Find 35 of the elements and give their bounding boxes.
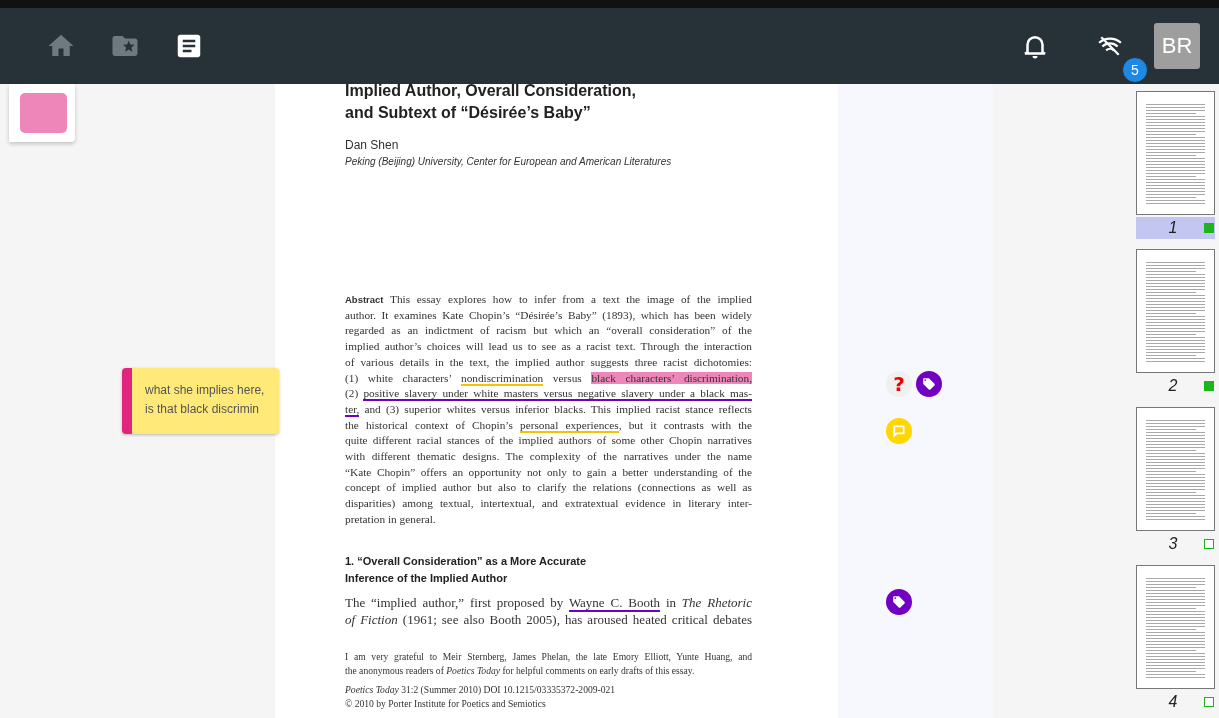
tag-icon[interactable] bbox=[886, 589, 912, 615]
note-text: what she implies here, is that black discrimin bbox=[144, 382, 265, 418]
page-label-row[interactable]: 2 bbox=[1136, 375, 1215, 397]
page-thumbnail[interactable] bbox=[1136, 565, 1215, 689]
underlined-text[interactable]: ter, bbox=[345, 402, 360, 417]
sticky-note[interactable]: what she implies here, is that black discrimin bbox=[122, 368, 279, 434]
color-swatch[interactable] bbox=[20, 93, 67, 133]
body-paragraph: The “implied author,” first proposed by Wayne C. Booth in The Rhetoric of Fiction (1961; see also Booth 2005), has aroused heated critical debates bbox=[345, 593, 752, 628]
page-number: 4 bbox=[1167, 693, 1179, 711]
footnote: I am very grateful to Meir Sternberg, James Phelan, the late Emory Elliott, Yunte Huang, and the anonymous readers of Poetics Today for helpful comments on early drafts of this essay. bbox=[345, 649, 752, 678]
notification-badge: 5 bbox=[1122, 57, 1148, 83]
underlined-text[interactable]: nondiscrimination bbox=[461, 371, 544, 386]
section-heading: 1. “Overall Consideration” as a More Accurate Inference of the Implied Author bbox=[345, 553, 588, 586]
color-swatch-card[interactable] bbox=[9, 84, 75, 142]
author-name: Dan Shen bbox=[345, 138, 400, 152]
underlined-text[interactable]: positive slavery under white masters versus negative slavery under a black mas- bbox=[363, 387, 752, 402]
page-label-row[interactable]: 3 bbox=[1136, 533, 1215, 555]
page-thumbnail[interactable] bbox=[1136, 407, 1215, 531]
page-thumbnail[interactable] bbox=[1136, 91, 1215, 215]
highlighted-text[interactable]: black characters’ discrimination, bbox=[591, 371, 752, 384]
tag-icon[interactable] bbox=[916, 371, 942, 397]
wifi-off-icon[interactable] bbox=[1098, 35, 1122, 57]
page-label-row[interactable]: 4 bbox=[1136, 691, 1215, 713]
page-number: 2 bbox=[1167, 377, 1179, 395]
page-thumbnail[interactable] bbox=[1136, 249, 1215, 373]
page-label-row[interactable]: 1 bbox=[1136, 217, 1215, 239]
author-affiliation: Peking (Beijing) University, Center for European and American Literatures bbox=[345, 156, 673, 167]
citation-text: Poetics Today 31:2 (Summer 2010) DOI 10.1215/03335372-2009-021 © 2010 by Porter Institute for Poetics and Semiotics bbox=[345, 682, 617, 711]
page-number: 3 bbox=[1167, 535, 1179, 553]
question-mark-icon[interactable]: ? bbox=[886, 371, 912, 397]
abstract-paragraph: Abstract This essay explores how to infer from a text the image of the implied author. It examines Kate Chopin’s “Désirée’s Baby” (1893), which has been widely regarded as an indictment of racism but which an “overall consideration” of the implied author’s choices will lead us to see as a racist text. Through the interaction of various details in the text, the implied author suggests three racist dichotomies: (1) white characters’ nondiscrimination versus black characters’ discrimination, (2) positive slavery under white masters versus negative slavery under a black mas- ter, and (3) superior whites versus inferior blacks. This implied racist stance reflects the historical context of Chopin’s personal experiences, but it contrasts with the quite different racial stances of the implied authors of some other Chopin narratives with different thematic designs. The complexity of the narratives under the name “Kate Chopin” offers an opportunity not only to gain a better understanding of the concept of implied author but also to clarify the relations (connections as well as disparities) among textual, intertextual, and extratextual evidence in literary inter- pretation in general. bbox=[345, 292, 752, 527]
article-title: Implied Author, Overall Consideration, and Subtext of “Désirée’s Baby” bbox=[345, 81, 637, 123]
underlined-text[interactable]: Wayne C. Booth bbox=[568, 594, 661, 612]
underlined-text[interactable]: personal experiences bbox=[520, 418, 619, 433]
page-number: 1 bbox=[1167, 219, 1179, 237]
